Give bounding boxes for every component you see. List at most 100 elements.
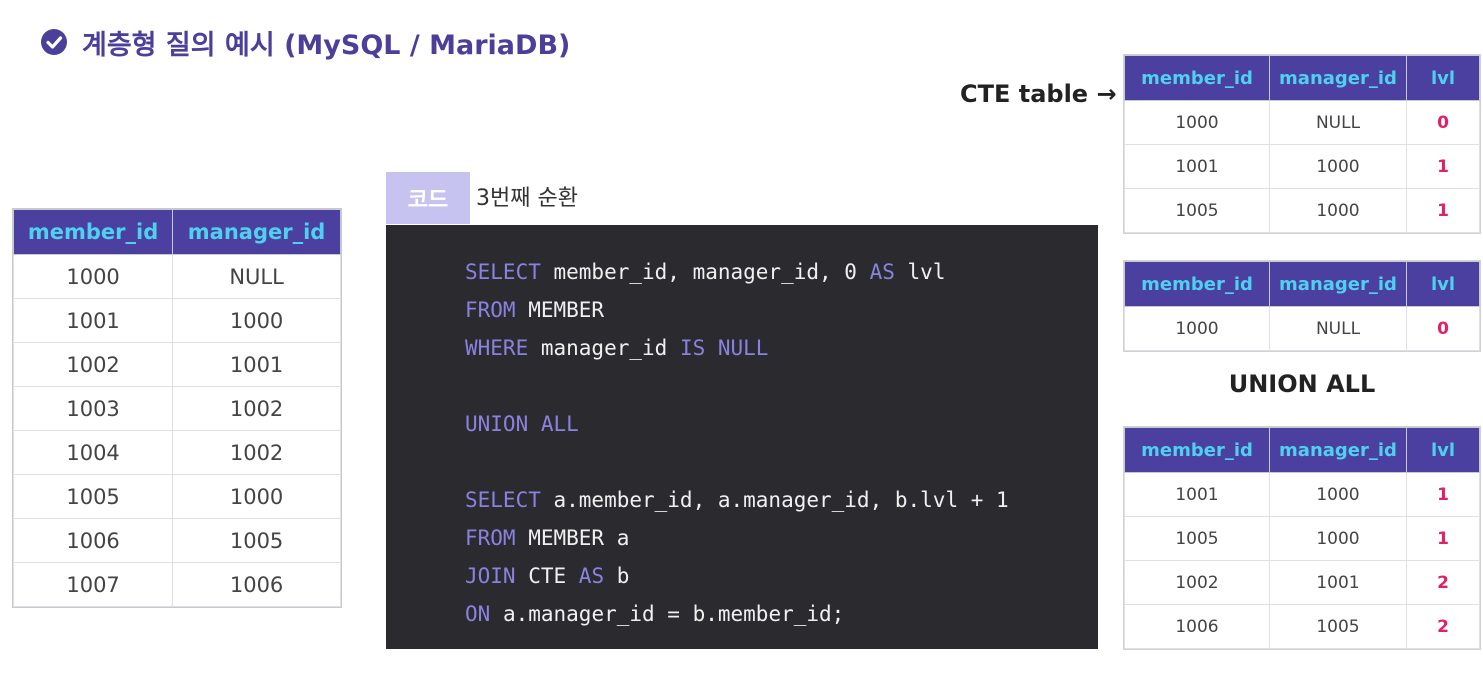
code-keyword: ON	[465, 602, 491, 626]
code-text: lvl	[894, 260, 946, 284]
table-header-row: member_id manager_id lvl	[1124, 427, 1480, 473]
column-header: lvl	[1406, 427, 1480, 473]
table-cell: 1005	[12, 474, 174, 519]
table-cell: 1	[1406, 144, 1480, 189]
column-header: lvl	[1406, 261, 1480, 307]
table-cell: 1005	[1124, 516, 1270, 561]
column-header: manager_id	[1269, 427, 1407, 473]
code-keyword: IS NULL	[679, 336, 769, 360]
table-cell: 1003	[12, 386, 174, 431]
table-row: 1001 1000	[12, 298, 341, 343]
code-keyword: SELECT	[465, 260, 541, 284]
table-row: 1001 1000 1	[1124, 472, 1480, 517]
member-table: member_id manager_id 1000 NULL 1001 1000 1002 1…	[12, 208, 342, 608]
table-cell: 1000	[1124, 306, 1270, 351]
table-cell: 1007	[12, 562, 174, 607]
table-row: 1000 NULL 0	[1124, 100, 1480, 145]
code-line: SELECT member_id, manager_id, 0 AS lvl	[465, 253, 1009, 291]
table-cell: 1001	[172, 342, 341, 387]
table-cell: 1001	[1124, 144, 1270, 189]
table-row: 1002 1001 2	[1124, 560, 1480, 605]
code-line: JOIN CTE AS b	[465, 557, 1009, 595]
table-cell: 1000	[12, 254, 174, 299]
table-row: 1007 1006	[12, 562, 341, 607]
table-cell: 1005	[172, 518, 341, 563]
anchor-result-table: member_id manager_id lvl 1000 NULL 0	[1123, 260, 1481, 352]
table-cell: 1001	[1124, 472, 1270, 517]
table-cell: 1002	[1124, 560, 1270, 605]
check-circle-icon	[40, 28, 68, 56]
table-cell: 1	[1406, 516, 1480, 561]
table-cell: 1000	[1269, 188, 1407, 233]
table-cell: 1002	[172, 386, 341, 431]
column-header: member_id	[1124, 427, 1270, 473]
column-header: manager_id	[172, 209, 341, 255]
union-all-label: UNION ALL	[1228, 370, 1376, 398]
code-keyword: AS	[869, 260, 895, 284]
table-cell: NULL	[172, 254, 341, 299]
table-cell: 1002	[12, 342, 174, 387]
cte-label: CTE table →	[960, 80, 1117, 108]
table-cell: 1006	[12, 518, 174, 563]
table-cell: 1000	[1269, 472, 1407, 517]
table-cell: NULL	[1269, 100, 1407, 145]
table-cell: 1000	[172, 298, 341, 343]
code-text: manager_id	[528, 336, 680, 360]
code-line: WHERE manager_id IS NULL	[465, 329, 1009, 367]
code-block: SELECT member_id, manager_id, 0 AS lvl FR…	[386, 225, 1098, 649]
code-line: FROM MEMBER a	[465, 519, 1009, 557]
table-cell: 2	[1406, 560, 1480, 605]
column-header: manager_id	[1269, 55, 1407, 101]
code-tab: 코드	[386, 172, 470, 224]
table-row: 1000 NULL 0	[1124, 306, 1480, 351]
code-line: FROM MEMBER	[465, 291, 1009, 329]
code-caption: 3번째 순환	[476, 186, 578, 211]
table-header-row: member_id manager_id lvl	[1124, 261, 1480, 307]
table-row: 1005 1000	[12, 474, 341, 519]
table-row: 1005 1000 1	[1124, 516, 1480, 561]
code-keyword: FROM	[465, 298, 516, 322]
table-row: 1006 1005	[12, 518, 341, 563]
code-keyword: UNION ALL	[465, 412, 579, 436]
column-header: member_id	[1124, 55, 1270, 101]
table-cell: 1000	[1269, 516, 1407, 561]
table-cell: 1006	[172, 562, 341, 607]
table-cell: 0	[1406, 306, 1480, 351]
code-text: a.member_id, a.manager_id, b.lvl + 1	[540, 488, 1009, 512]
column-header: manager_id	[1269, 261, 1407, 307]
table-cell: NULL	[1269, 306, 1407, 351]
recursive-result-table: member_id manager_id lvl 1001 1000 1 1005 1000 1…	[1123, 426, 1481, 650]
column-header: lvl	[1406, 55, 1480, 101]
table-cell: 1005	[1269, 604, 1407, 649]
code-text: MEMBER	[515, 298, 605, 322]
table-cell: 1006	[1124, 604, 1270, 649]
table-cell: 0	[1406, 100, 1480, 145]
code-keyword: SELECT	[465, 488, 541, 512]
table-cell: 1001	[1269, 560, 1407, 605]
code-keyword: FROM	[465, 526, 516, 550]
code-keyword: WHERE	[465, 336, 529, 360]
table-row: 1002 1001	[12, 342, 341, 387]
table-row: 1001 1000 1	[1124, 144, 1480, 189]
page-title: 계층형 질의 예시 (MySQL / MariaDB)	[40, 22, 570, 62]
table-header-row: member_id manager_id lvl	[1124, 55, 1480, 101]
column-header: member_id	[12, 209, 174, 255]
table-cell: 1005	[1124, 188, 1270, 233]
table-cell: 1	[1406, 188, 1480, 233]
table-cell: 1004	[12, 430, 174, 475]
table-cell: 1000	[172, 474, 341, 519]
code-keyword: JOIN	[465, 564, 516, 588]
table-row: 1003 1002	[12, 386, 341, 431]
table-cell: 1001	[12, 298, 174, 343]
table-row: 1000 NULL	[12, 254, 341, 299]
table-row: 1005 1000 1	[1124, 188, 1480, 233]
table-cell: 1	[1406, 472, 1480, 517]
column-header: member_id	[1124, 261, 1270, 307]
code-lines: SELECT member_id, manager_id, 0 AS lvl FR…	[465, 253, 1009, 633]
code-text: a.manager_id = b.member_id;	[490, 602, 845, 626]
code-line: SELECT a.member_id, a.manager_id, b.lvl …	[465, 481, 1009, 519]
code-text: b	[604, 564, 630, 588]
table-cell: 2	[1406, 604, 1480, 649]
